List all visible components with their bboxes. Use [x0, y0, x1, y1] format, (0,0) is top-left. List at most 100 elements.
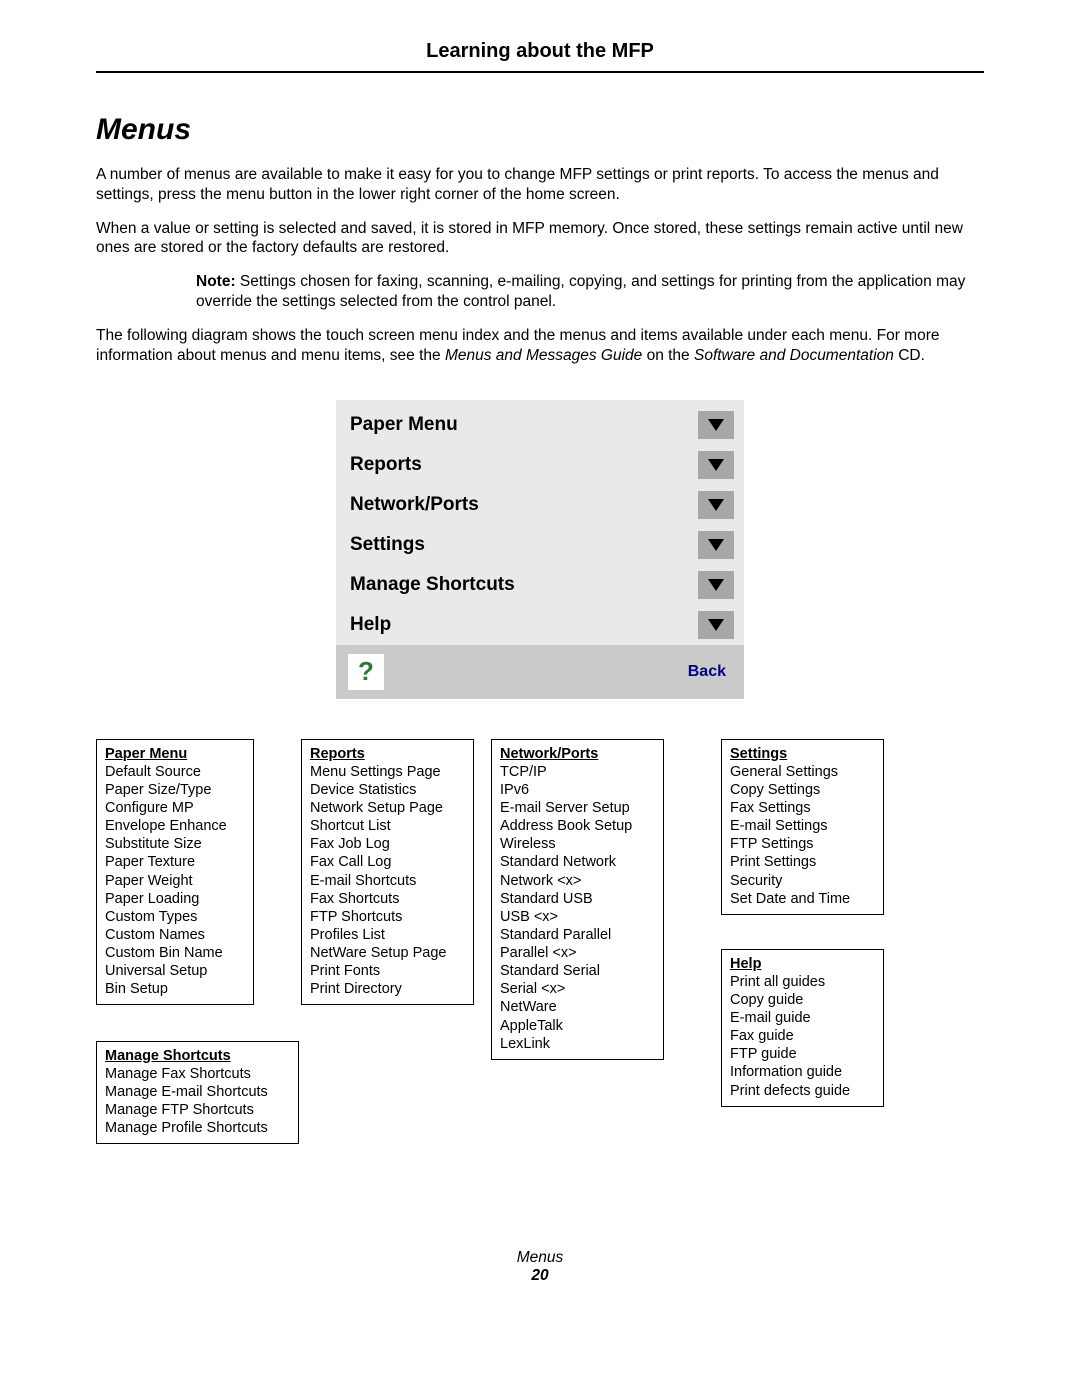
menu-row-reports[interactable]: Reports: [336, 445, 744, 485]
box-item: Standard Network: [500, 853, 655, 871]
box-item: Parallel <x>: [500, 944, 655, 962]
box-item: IPv6: [500, 781, 655, 799]
box-item: Copy Settings: [730, 781, 875, 799]
box-title: Manage Shortcuts: [105, 1047, 290, 1065]
header-rule: [96, 71, 984, 73]
box-item: Print Settings: [730, 853, 875, 871]
page-footer: Menus 20: [96, 1249, 984, 1285]
box-item: Paper Weight: [105, 872, 245, 890]
p3-part-b: on the: [642, 347, 694, 364]
box-item: Manage Profile Shortcuts: [105, 1119, 290, 1137]
menu-row-label: Settings: [350, 534, 425, 556]
box-item: Fax Settings: [730, 799, 875, 817]
box-item: Standard USB: [500, 890, 655, 908]
dropdown-icon[interactable]: [698, 451, 734, 479]
box-item: General Settings: [730, 763, 875, 781]
menu-row-label: Reports: [350, 454, 422, 476]
box-reports: Reports Menu Settings Page Device Statis…: [301, 739, 474, 1006]
box-item: Manage FTP Shortcuts: [105, 1101, 290, 1119]
box-manage-shortcuts: Manage Shortcuts Manage Fax Shortcuts Ma…: [96, 1041, 299, 1145]
paragraph-1: A number of menus are available to make …: [96, 165, 984, 205]
menu-row-network-ports[interactable]: Network/Ports: [336, 485, 744, 525]
box-item: Network Setup Page: [310, 799, 465, 817]
footer-page-number: 20: [96, 1267, 984, 1285]
box-item: Device Statistics: [310, 781, 465, 799]
box-help: Help Print all guides Copy guide E-mail …: [721, 949, 884, 1107]
menu-boxes: Paper Menu Default Source Paper Size/Typ…: [96, 739, 984, 1129]
box-item: LexLink: [500, 1035, 655, 1053]
menu-row-label: Manage Shortcuts: [350, 574, 515, 596]
box-item: Envelope Enhance: [105, 817, 245, 835]
menu-row-label: Network/Ports: [350, 494, 479, 516]
box-item: Universal Setup: [105, 962, 245, 980]
dropdown-icon[interactable]: [698, 531, 734, 559]
box-item: Custom Names: [105, 926, 245, 944]
box-item: Fax Shortcuts: [310, 890, 465, 908]
box-title: Network/Ports: [500, 745, 655, 763]
note-body: Settings chosen for faxing, scanning, e-…: [196, 273, 965, 310]
box-item: E-mail Settings: [730, 817, 875, 835]
box-item: Information guide: [730, 1063, 875, 1081]
box-item: Standard Parallel: [500, 926, 655, 944]
box-item: Print Fonts: [310, 962, 465, 980]
dropdown-icon[interactable]: [698, 611, 734, 639]
box-item: Paper Texture: [105, 853, 245, 871]
box-item: Profiles List: [310, 926, 465, 944]
dropdown-icon[interactable]: [698, 411, 734, 439]
box-item: Substitute Size: [105, 835, 245, 853]
box-paper-menu: Paper Menu Default Source Paper Size/Typ…: [96, 739, 254, 1006]
box-item: FTP Shortcuts: [310, 908, 465, 926]
box-item: Manage Fax Shortcuts: [105, 1065, 290, 1083]
p3-part-c: CD.: [894, 347, 925, 364]
box-item: Address Book Setup: [500, 817, 655, 835]
box-item: E-mail guide: [730, 1009, 875, 1027]
box-item: Wireless: [500, 835, 655, 853]
back-button[interactable]: Back: [688, 663, 726, 681]
chapter-title: Learning about the MFP: [96, 40, 984, 63]
box-item: Custom Bin Name: [105, 944, 245, 962]
p3-italic-1: Menus and Messages Guide: [445, 347, 642, 364]
section-title: Menus: [96, 113, 984, 147]
box-item: E-mail Shortcuts: [310, 872, 465, 890]
menu-row-manage-shortcuts[interactable]: Manage Shortcuts: [336, 565, 744, 605]
paragraph-2: When a value or setting is selected and …: [96, 219, 984, 259]
box-item: Default Source: [105, 763, 245, 781]
box-title: Settings: [730, 745, 875, 763]
help-button[interactable]: ?: [348, 654, 384, 690]
box-item: Standard Serial: [500, 962, 655, 980]
box-item: Manage E-mail Shortcuts: [105, 1083, 290, 1101]
note-block: Note: Settings chosen for faxing, scanni…: [196, 272, 984, 312]
box-item: Fax guide: [730, 1027, 875, 1045]
touchscreen-footer: ? Back: [336, 645, 744, 699]
box-item: Copy guide: [730, 991, 875, 1009]
box-settings: Settings General Settings Copy Settings …: [721, 739, 884, 915]
box-network-ports: Network/Ports TCP/IP IPv6 E-mail Server …: [491, 739, 664, 1060]
menu-row-label: Paper Menu: [350, 414, 458, 436]
box-item: AppleTalk: [500, 1017, 655, 1035]
box-item: Fax Job Log: [310, 835, 465, 853]
dropdown-icon[interactable]: [698, 491, 734, 519]
box-item: Configure MP: [105, 799, 245, 817]
box-item: Shortcut List: [310, 817, 465, 835]
box-item: E-mail Server Setup: [500, 799, 655, 817]
p3-italic-2: Software and Documentation: [694, 347, 894, 364]
box-item: Set Date and Time: [730, 890, 875, 908]
paragraph-3: The following diagram shows the touch sc…: [96, 326, 984, 366]
box-item: NetWare: [500, 998, 655, 1016]
menu-row-help[interactable]: Help: [336, 605, 744, 645]
box-item: Print all guides: [730, 973, 875, 991]
menu-row-label: Help: [350, 614, 391, 636]
box-item: Paper Size/Type: [105, 781, 245, 799]
menu-row-paper[interactable]: Paper Menu: [336, 400, 744, 445]
box-title: Paper Menu: [105, 745, 245, 763]
dropdown-icon[interactable]: [698, 571, 734, 599]
touchscreen-panel: Paper Menu Reports Network/Ports Setting…: [336, 400, 744, 699]
box-item: Print defects guide: [730, 1082, 875, 1100]
footer-title: Menus: [96, 1249, 984, 1267]
note-label: Note:: [196, 273, 236, 290]
box-item: Paper Loading: [105, 890, 245, 908]
menu-row-settings[interactable]: Settings: [336, 525, 744, 565]
box-item: FTP guide: [730, 1045, 875, 1063]
box-title: Help: [730, 955, 875, 973]
box-item: Print Directory: [310, 980, 465, 998]
